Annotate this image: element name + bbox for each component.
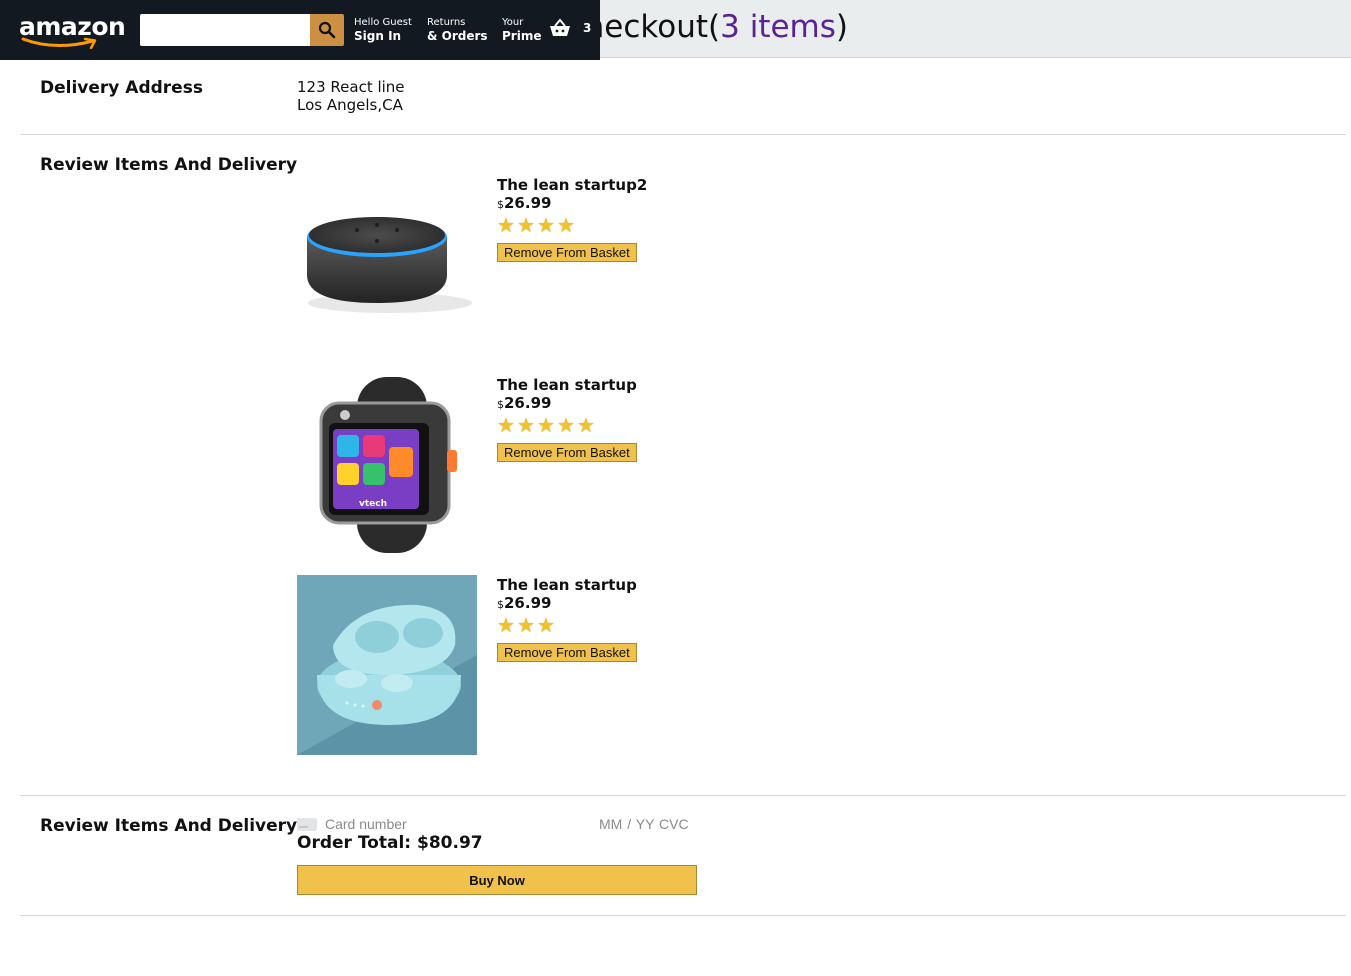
star-icon: ★ [517,413,535,437]
delivery-address: 123 React line Los Angels,CA [297,78,405,114]
nav-returns-orders[interactable]: Returns & Orders [427,17,488,44]
amazon-logo[interactable]: amazon [19,12,126,50]
star-icon: ★ [537,413,555,437]
star-icon: ★ [537,213,555,237]
basket-button[interactable]: 3 [549,18,591,38]
item-title: The lean startup [497,576,637,594]
product-image-wireless-earbuds [297,575,477,755]
search-button[interactable] [310,14,344,46]
smile-arrow-icon [21,37,97,49]
nav-sign-in-line1: Hello Guest [354,17,412,28]
delivery-section: Delivery Address 123 React line Los Ange… [20,58,1346,135]
remove-from-basket-button[interactable]: Remove From Basket [497,643,637,662]
header: amazon Hello Guest Sign In Returns & Ord… [0,0,600,60]
address-line1: 123 React line [297,78,405,96]
delivery-title: Delivery Address [40,78,203,98]
item-title: The lean startup [497,376,637,394]
star-icon: ★ [537,613,555,637]
checkout-item-count: 3 items [720,9,836,45]
nav-prime-line2: Prime [502,29,542,43]
item-price: $26.99 [497,194,552,212]
card-element[interactable]: Card number MM / YY CVC [297,815,697,833]
item-price: $26.99 [497,394,552,412]
review-title: Review Items And Delivery [40,155,298,175]
basket-count: 3 [583,21,592,35]
credit-card-icon [297,818,317,831]
remove-from-basket-button[interactable]: Remove From Basket [497,443,637,462]
star-icon: ★ [497,413,515,437]
search-bar [140,14,344,46]
nav-sign-in[interactable]: Hello Guest Sign In [354,17,412,44]
card-expiry-cvc-field[interactable]: MM / YY CVC [599,816,689,832]
checkout-title: Checkout(3 items) [563,9,848,45]
product-image-smart-speaker [297,175,477,355]
item-info: The lean startup $26.99 ★ ★ ★ ★ ★ Remove Fro… [497,375,637,462]
search-input[interactable] [140,14,310,46]
product-image-kids-smartwatch: vtech [297,375,477,555]
nav-prime[interactable]: Your Prime [502,17,541,44]
nav-sign-in-line2: Sign In [354,29,402,43]
star-icon: ★ [517,213,535,237]
star-icon: ★ [577,413,595,437]
item-info: The lean startup2 $26.99 ★ ★ ★ ★ Remove Fro… [497,175,647,262]
buy-now-button[interactable]: Buy Now [297,865,697,895]
item-rating: ★ ★ ★ ★ [497,215,647,235]
svg-text:vtech: vtech [359,499,387,509]
nav-prime-line1: Your [502,17,524,28]
star-icon: ★ [557,213,575,237]
nav-returns-line2: & Orders [427,29,488,43]
card-number-field[interactable]: Card number [325,816,407,832]
basket-item: The lean startup2 $26.99 ★ ★ ★ ★ Remove Fro… [297,175,697,355]
item-price: $26.99 [497,594,552,612]
star-icon: ★ [497,213,515,237]
basket-item: vtech The lean startup $26.99 ★ ★ ★ ★ ★ Remo… [297,375,697,555]
item-title: The lean startup2 [497,176,648,194]
search-icon [318,21,336,39]
star-icon: ★ [497,613,515,637]
order-total: Order Total: $80.97 [297,833,483,853]
nav-returns-line1: Returns [427,17,466,28]
payment-title: Review Items And Delivery [40,816,298,836]
basket-icon [550,18,570,36]
remove-from-basket-button[interactable]: Remove From Basket [497,243,637,262]
item-rating: ★ ★ ★ ★ ★ [497,415,637,435]
basket-item: The lean startup $26.99 ★ ★ ★ Remove From … [297,575,697,755]
star-icon: ★ [517,613,535,637]
item-info: The lean startup $26.99 ★ ★ ★ Remove From … [497,575,637,662]
payment-section: Review Items And Delivery [20,796,1346,916]
item-rating: ★ ★ ★ [497,615,637,635]
address-line2: Los Angels,CA [297,96,403,114]
star-icon: ★ [557,413,575,437]
